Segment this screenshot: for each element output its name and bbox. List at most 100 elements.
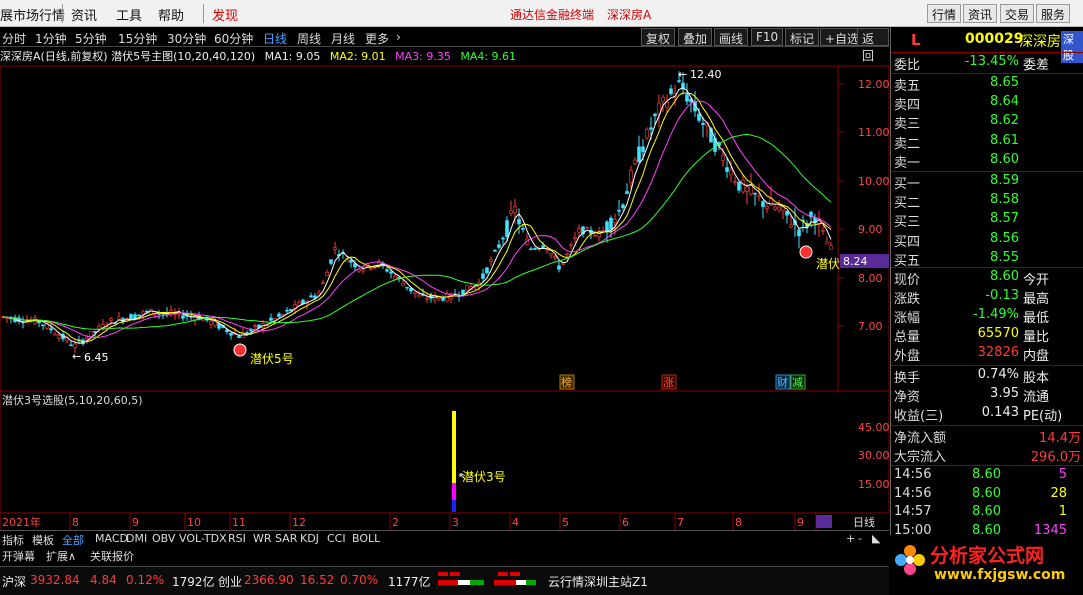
tab-vol-tdx[interactable]: VOL-TDX [179,532,227,545]
candle-body [697,113,701,121]
cy-index-name[interactable]: 创业 [218,573,242,590]
tab-kdj[interactable]: KDJ [300,532,319,545]
zoom-in-icon[interactable]: + [846,532,855,545]
btn-overlay[interactable]: 叠加 [678,28,713,46]
bid-label: 买三 [894,215,921,231]
period-30min[interactable]: 30分钟 [167,30,206,47]
tab-dmi[interactable]: DMI [126,532,147,545]
stat-row: 涨幅 -1.49% 最低 [891,307,1083,326]
period-1min[interactable]: 1分钟 [35,30,67,47]
candle-body [573,237,577,239]
candle-body [745,186,749,192]
candle-body [485,267,489,274]
tab-danmu[interactable]: 开弹幕 [2,548,35,564]
candle-body [533,247,537,250]
menu-market[interactable]: 展市场行情 [0,5,65,24]
candle-body [665,102,669,109]
flow-row: 大宗流入 296.0万 [891,446,1083,465]
y-tick-label: 9.00 [858,223,883,236]
btn-service[interactable]: 服务 [1036,4,1071,23]
candle-body [465,285,469,291]
period-weekly[interactable]: 周线 [297,30,321,47]
menu-tools[interactable]: 工具 [116,5,142,24]
candle-body [545,249,549,252]
candle-body [229,332,233,336]
tab-wr[interactable]: WR [253,532,272,545]
candle-body [549,253,553,256]
candle-body [789,224,793,228]
candle-body [725,167,729,172]
stat2-value: 0.74% [977,367,1019,382]
period-bar: 分时 1分钟 5分钟 15分钟 30分钟 60分钟 日线 周线 月线 更多 › … [0,27,889,63]
btn-back[interactable]: 返回 [857,28,889,63]
stat-row: 现价 8.60 今开 [891,269,1083,288]
chevron-right-icon[interactable]: › [396,30,401,44]
tab-boll[interactable]: BOLL [352,532,380,545]
sh-index-value: 3932.84 [30,573,80,587]
candle-body [553,256,557,259]
candle-body [85,338,89,340]
tab-template[interactable]: 模板 [32,532,54,548]
signal-bar-magenta [452,483,456,500]
divider [891,267,1083,268]
tab-indicator[interactable]: 指标 [2,532,24,548]
btn-adjust[interactable]: 复权 [641,28,676,46]
candle-body [585,227,589,229]
btn-mark[interactable]: 标记 [785,28,820,46]
signal-right-icon[interactable] [799,245,813,259]
period-daily[interactable]: 日线 [263,30,287,47]
period-more[interactable]: 更多 [365,30,389,47]
menu-help[interactable]: 帮助 [158,5,184,24]
tab-all[interactable]: 全部 [62,532,84,548]
tick-time: 14:56 [894,467,932,482]
candle-body [633,159,637,165]
tab-cci[interactable]: CCI [327,532,346,545]
period-monthly[interactable]: 月线 [331,30,355,47]
menu-news[interactable]: 资讯 [71,5,97,24]
btn-quotes[interactable]: 行情 [927,4,962,23]
menu-discover[interactable]: 发现 [212,5,238,24]
ask-label: 卖三 [894,117,921,133]
flow-row: 净流入额 14.4万 [891,427,1083,446]
period-5min[interactable]: 5分钟 [75,30,107,47]
candle-body [733,181,737,183]
candle-body [605,221,609,232]
btn-trade[interactable]: 交易 [1000,4,1035,23]
period-60min[interactable]: 60分钟 [214,30,253,47]
candle-body [565,253,569,255]
btn-f10[interactable]: F10 [751,28,784,46]
divider [891,365,1083,366]
stat-row: 涨跌 -0.13 最高 [891,288,1083,307]
period-intraday[interactable]: 分时 [2,30,26,47]
ask-label: 卖一 [894,155,921,171]
candle-body [405,286,409,289]
expand-icon[interactable]: ◣ [872,532,880,545]
tab-expand[interactable]: 扩展∧ [46,548,76,564]
kline-chart[interactable]: 12.00 11.00 10.00 9.00 8.00 7.00 ← 12.40 ← 6.… [0,48,889,530]
btn-draw[interactable]: 画线 [714,28,749,46]
btn-info[interactable]: 资讯 [963,4,998,23]
stat-row: 总量 65570 量比 [891,326,1083,345]
server-name[interactable]: 云行情深圳主站Z1 [548,573,648,590]
y-tick-label: 10.00 [858,175,889,188]
tab-obv[interactable]: OBV [152,532,175,545]
signal-left-icon[interactable] [233,343,247,357]
x-cursor-box [816,515,832,528]
signal-left-label: 潜伏5号 [250,352,294,366]
bid-label: 买五 [894,253,921,269]
tab-rsi[interactable]: RSI [228,532,246,545]
candle-body [785,210,789,216]
tab-sar[interactable]: SAR [275,532,297,545]
promo-stock[interactable]: 深深房A [607,6,651,23]
candle-body [41,324,45,327]
sh-index-name[interactable]: 沪深 [2,573,26,590]
period-15min[interactable]: 15分钟 [118,30,157,47]
sub-y-tick-label: 45.00 [858,421,889,434]
candle-body [489,259,493,262]
zoom-out-icon[interactable]: - [858,532,862,545]
promo-terminal[interactable]: 通达信金融终端 [510,6,594,23]
main-chart-frame [0,65,889,392]
tab-macd[interactable]: MACD [95,532,128,545]
weibi-value: -13.45% [964,54,1019,69]
tab-related[interactable]: 关联报价 [90,548,134,564]
